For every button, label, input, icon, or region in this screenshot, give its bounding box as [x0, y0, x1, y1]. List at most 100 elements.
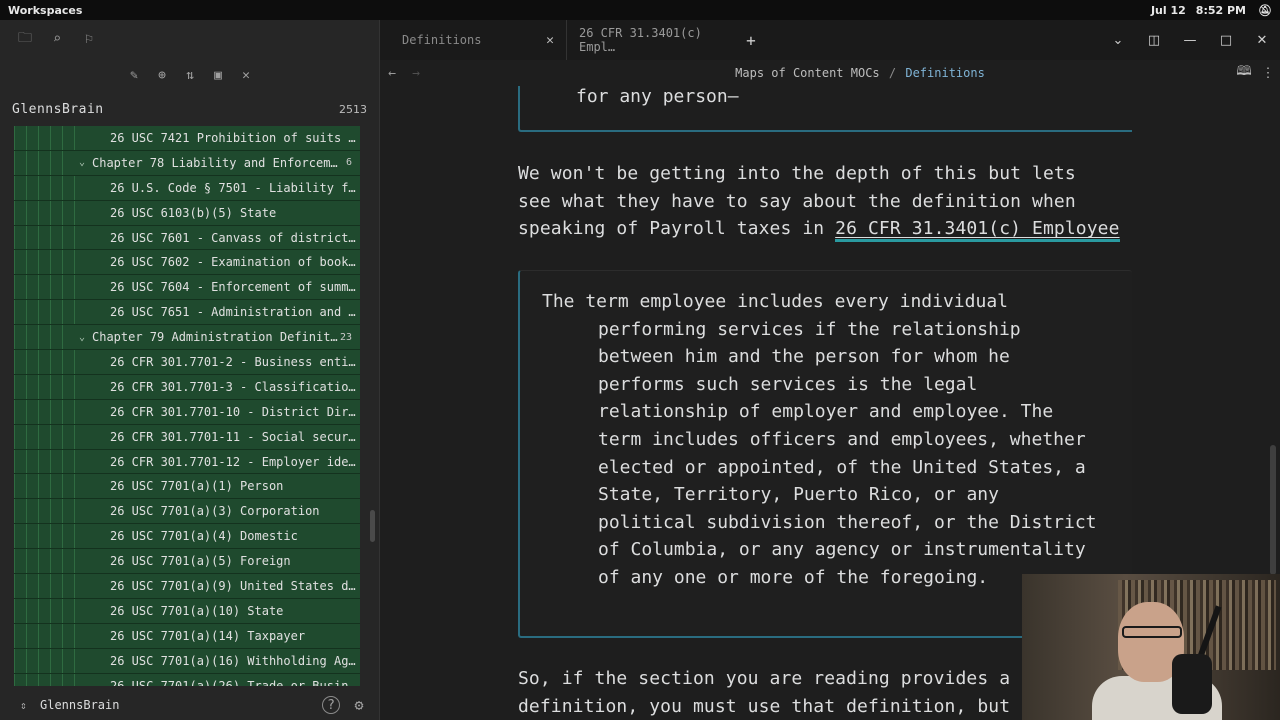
tree-item-label: 26 U.S. Code § 7501 - Liability fo…	[110, 180, 360, 195]
tab-label: 26 CFR 31.3401(c) Empl…	[579, 26, 702, 54]
tree-item-label: 26 USC 7701(a)(3) Corporation	[110, 504, 320, 519]
tree-item-label: 26 USC 7701(a)(14) Taxpayer	[110, 628, 306, 643]
tab-employee[interactable]: 26 CFR 31.3401(c) Empl…	[566, 20, 736, 60]
tree-item-label: 26 CFR 301.7701-10 - District Dire…	[110, 404, 360, 419]
tree-file[interactable]: 26 USC 7701(a)(16) Withholding Age…	[14, 648, 360, 674]
maximize-icon[interactable]: □	[1208, 33, 1244, 48]
tree-file[interactable]: 26 USC 7604 - Enforcement of summo…	[14, 275, 360, 301]
tree-item-label: Chapter 78 Liability and Enforceme…	[92, 155, 344, 170]
search-icon[interactable]: ⌕	[46, 28, 68, 50]
breadcrumb-current[interactable]: Definitions	[905, 66, 984, 80]
file-explorer-toolbar: ✎ ⊕ ⇅ ▣ ✕	[0, 58, 379, 92]
tree-item-label: 26 CFR 301.7701-2 - Business entit…	[110, 354, 360, 369]
tree-file[interactable]: 26 USC 7421 Prohibition of suits t…	[14, 126, 360, 151]
tree-item-label: 26 USC 7604 - Enforcement of summo…	[110, 280, 360, 295]
folder-count-badge: 6	[345, 157, 352, 169]
blockquote-text: The term employee includes every individ…	[542, 291, 1097, 588]
tree-item-label: 26 USC 7701(a)(4) Domestic	[110, 529, 298, 544]
vault-name: GlennsBrain	[12, 101, 104, 117]
microphone	[1172, 654, 1212, 714]
tree-file[interactable]: 26 CFR 301.7701-3 - Classification…	[14, 374, 360, 400]
tree-item-label: 26 USC 7701(a)(1) Person	[110, 479, 284, 494]
bookmark-icon[interactable]: ⚐	[78, 28, 100, 50]
tree-file[interactable]: 26 USC 7651 - Administration and c…	[14, 300, 360, 326]
close-window-icon[interactable]: ✕	[1244, 33, 1280, 48]
tree-file[interactable]: 26 USC 7701(a)(14) Taxpayer	[14, 623, 360, 649]
back-arrow-icon[interactable]: ←	[380, 66, 404, 81]
webcam-overlay	[1022, 574, 1280, 720]
system-time[interactable]: 8:52 PM	[1196, 4, 1246, 17]
tree-item-label: 26 CFR 301.7701-12 - Employer iden…	[110, 454, 360, 469]
sidebar-footer: ⇕ GlennsBrain ? ⚙	[0, 690, 380, 720]
folder-count-badge: 23	[339, 331, 352, 343]
new-note-icon[interactable]: ✎	[126, 67, 142, 83]
breadcrumb: Maps of Content MOCs / Definitions	[428, 66, 1232, 80]
new-tab-icon[interactable]: +	[736, 31, 766, 50]
paragraph-intro: We won't be getting into the depth of th…	[518, 160, 1138, 243]
breadcrumb-parent[interactable]: Maps of Content MOCs	[735, 66, 880, 80]
blockquote-text: for any person—	[576, 86, 739, 107]
tab-list-chevron-icon[interactable]: ⌄	[1100, 33, 1136, 48]
vault-header[interactable]: GlennsBrain 2513	[0, 92, 379, 126]
tree-item-label: Chapter 79 Administration Definiti…	[92, 330, 338, 345]
tree-file[interactable]: 26 USC 6103(b)(5) State	[14, 200, 360, 226]
tree-item-label: 26 USC 6103(b)(5) State	[110, 205, 277, 220]
tree-file[interactable]: 26 USC 7701(a)(26) Trade or Busin…	[14, 673, 360, 686]
system-date[interactable]: Jul 12	[1151, 4, 1186, 17]
tree-folder[interactable]: ⌄ Chapter 79 Administration Definiti… 23	[14, 325, 360, 351]
more-options-icon[interactable]: ⋮	[1256, 66, 1280, 81]
collapse-all-icon[interactable]: ✕	[238, 67, 254, 83]
tree-item-label: 26 USC 7421 Prohibition of suits t…	[110, 130, 360, 145]
tree-file[interactable]: 26 CFR 301.7701-2 - Business entit…	[14, 350, 360, 375]
tree-item-label: 26 USC 7701(a)(5) Foreign	[110, 554, 291, 569]
reading-view-icon[interactable]: 🕮︎	[1232, 62, 1256, 84]
new-folder-icon[interactable]: ⊕	[154, 67, 170, 83]
tree-file[interactable]: 26 CFR 301.7701-10 - District Dire…	[14, 399, 360, 425]
chevron-down-icon[interactable]: ⌄	[74, 157, 90, 168]
folder-icon[interactable]: 🗀︎	[14, 28, 36, 50]
file-count: 2513	[339, 102, 367, 116]
tree-file[interactable]: 26 U.S. Code § 7501 - Liability fo…	[14, 175, 360, 201]
editor-scrollbar[interactable]	[1270, 445, 1276, 575]
workspaces-label[interactable]: Workspaces	[8, 4, 1151, 17]
system-top-bar: Workspaces Jul 12 8:52 PM 🔕︎	[0, 0, 1280, 20]
tree-item-label: 26 USC 7701(a)(16) Withholding Age…	[110, 653, 360, 668]
auto-reveal-icon[interactable]: ▣	[210, 67, 226, 83]
tree-item-label: 26 CFR 301.7701-11 - Social securi…	[110, 429, 360, 444]
tree-file[interactable]: 26 USC 7701(a)(5) Foreign	[14, 549, 360, 575]
vault-switch-icon[interactable]: ⇕	[20, 699, 34, 712]
toggle-right-sidebar-icon[interactable]: ◫	[1136, 33, 1172, 48]
tree-file[interactable]: 26 USC 7701(a)(1) Person	[14, 474, 360, 500]
help-icon[interactable]: ?	[322, 696, 340, 714]
tab-definitions[interactable]: Definitions ✕	[380, 20, 566, 60]
tree-folder[interactable]: ⌄ Chapter 78 Liability and Enforceme… 6	[14, 150, 360, 176]
tab-bar: Definitions ✕ 26 CFR 31.3401(c) Empl… + …	[380, 20, 1280, 60]
tree-item-label: 26 USC 7602 - Examination of books…	[110, 255, 360, 270]
tree-file[interactable]: 26 CFR 301.7701-12 - Employer iden…	[14, 449, 360, 475]
sort-icon[interactable]: ⇅	[182, 67, 198, 83]
sidebar-scrollbar[interactable]	[370, 510, 375, 542]
vault-switcher[interactable]: GlennsBrain	[40, 698, 312, 712]
note-header: ← → Maps of Content MOCs / Definitions 🕮…	[380, 60, 1280, 86]
tree-item-label: 26 USC 7701(a)(10) State	[110, 603, 284, 618]
tab-label: Definitions	[402, 33, 482, 47]
forward-arrow-icon[interactable]: →	[404, 66, 428, 81]
settings-gear-icon[interactable]: ⚙	[350, 696, 368, 714]
tree-file[interactable]: 26 USC 7701(a)(9) United States de…	[14, 574, 360, 599]
tree-item-label: 26 CFR 301.7701-3 - Classification…	[110, 379, 360, 394]
tree-file[interactable]: 26 USC 7701(a)(3) Corporation	[14, 499, 360, 525]
tree-file[interactable]: 26 USC 7701(a)(4) Domestic	[14, 524, 360, 550]
tree-file[interactable]: 26 USC 7602 - Examination of books…	[14, 250, 360, 276]
close-tab-icon[interactable]: ✕	[546, 33, 554, 48]
notifications-off-icon[interactable]: 🔕︎	[1258, 3, 1272, 17]
internal-link-employee[interactable]: 26 CFR 31.3401(c) Employee	[835, 218, 1120, 243]
tree-file[interactable]: 26 USC 7701(a)(10) State	[14, 598, 360, 624]
tree-item-label: 26 USC 7601 - Canvass of districts…	[110, 230, 360, 245]
sidebar-ribbon: 🗀︎ ⌕ ⚐	[0, 20, 379, 58]
tree-item-label: 26 USC 7651 - Administration and c…	[110, 305, 360, 320]
chevron-down-icon[interactable]: ⌄	[74, 332, 90, 343]
tree-file[interactable]: 26 CFR 301.7701-11 - Social securi…	[14, 424, 360, 450]
tree-file[interactable]: 26 USC 7601 - Canvass of districts…	[14, 225, 360, 251]
tree-item-label: 26 USC 7701(a)(26) Trade or Busin…	[110, 678, 356, 686]
minimize-icon[interactable]: —	[1172, 33, 1208, 48]
